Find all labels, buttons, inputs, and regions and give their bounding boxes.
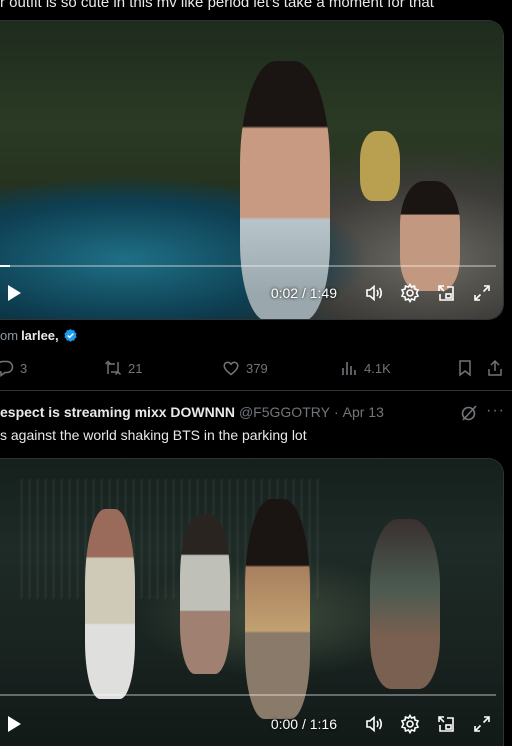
verified-badge-icon: [64, 328, 77, 342]
author-name[interactable]: espect is streaming mixx DOWNNN: [0, 404, 235, 420]
grok-icon[interactable]: [460, 404, 478, 422]
play-button[interactable]: [2, 281, 26, 305]
heart-icon: [223, 361, 239, 376]
video-figure: [180, 514, 230, 674]
tweet-date[interactable]: Apr 13: [343, 404, 384, 420]
fullscreen-icon: [474, 716, 490, 732]
settings-button[interactable]: [399, 282, 421, 304]
volume-icon: [366, 284, 383, 302]
reply-icon: [0, 360, 14, 377]
video-player-2[interactable]: 0:00 / 1:16: [0, 458, 504, 746]
bookmark-icon: [459, 360, 471, 377]
bookmark-button[interactable]: [456, 356, 474, 380]
analytics-icon: [342, 362, 356, 375]
video-controls: 0:00 / 1:16: [0, 704, 503, 744]
reply-count: 3: [20, 360, 28, 376]
fullscreen-icon: [474, 285, 490, 301]
gear-icon: [400, 714, 420, 734]
picture-in-picture-icon: [438, 716, 454, 732]
video-figure: [360, 131, 400, 201]
video-time: 0:02 / 1:49: [270, 285, 337, 301]
video-figure: [370, 519, 440, 689]
repost-icon: [104, 360, 122, 376]
video-figure: [245, 499, 310, 719]
play-icon: [8, 716, 21, 732]
share-icon: [488, 359, 502, 376]
video-controls: 0:02 / 1:49: [0, 273, 503, 313]
views-count: 4.1K: [364, 360, 391, 376]
video-player-1[interactable]: 0:02 / 1:49: [0, 20, 504, 320]
video-figure: [85, 509, 135, 699]
tweet-divider: [0, 390, 512, 391]
fullscreen-button[interactable]: [471, 282, 493, 304]
tweet-text: s against the world shaking BTS in the p…: [0, 427, 307, 443]
reply-button[interactable]: 3: [0, 356, 27, 380]
volume-icon: [366, 715, 383, 733]
tweet-header: espect is streaming mixx DOWNNN @F5GGOTR…: [0, 404, 512, 420]
minimize-button[interactable]: [435, 713, 457, 735]
share-button[interactable]: [486, 356, 504, 380]
gear-icon: [400, 283, 420, 303]
author-handle[interactable]: @F5GGOTRY: [239, 404, 330, 420]
more-options-button[interactable]: ···: [486, 402, 505, 420]
volume-button[interactable]: [363, 282, 385, 304]
video-progress-bar[interactable]: [0, 694, 496, 696]
like-count: 379: [246, 360, 268, 376]
tweet-actions: 3 21 379 4.1K: [0, 356, 512, 380]
repost-button[interactable]: 21: [104, 356, 142, 380]
repost-count: 21: [128, 360, 143, 376]
picture-in-picture-icon: [438, 285, 454, 301]
play-icon: [8, 285, 21, 301]
play-button[interactable]: [2, 712, 26, 736]
attribution-name[interactable]: larlee,: [21, 328, 59, 343]
volume-button[interactable]: [363, 713, 385, 735]
video-progress-bar[interactable]: [0, 265, 496, 267]
minimize-button[interactable]: [435, 282, 457, 304]
separator-dot: ·: [333, 404, 339, 420]
views-button[interactable]: 4.1K: [340, 356, 391, 380]
previous-tweet-text: r outfit is so cute in this mv like peri…: [0, 0, 434, 11]
video-time: 0:00 / 1:16: [270, 716, 337, 732]
like-button[interactable]: 379: [222, 356, 268, 380]
settings-button[interactable]: [399, 713, 421, 735]
fullscreen-button[interactable]: [471, 713, 493, 735]
video-attribution: om larlee,: [0, 328, 78, 343]
video-progress-fill: [0, 265, 10, 267]
attribution-prefix: om: [0, 328, 19, 343]
